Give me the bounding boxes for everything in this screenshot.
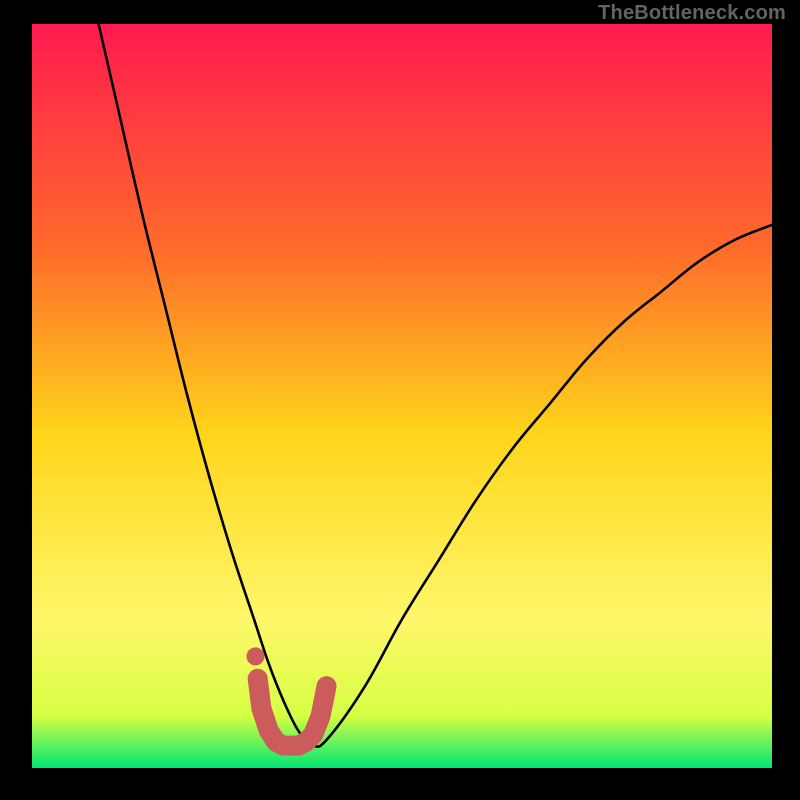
bottleneck-marker-dot: [246, 647, 264, 665]
plot-area: [32, 24, 772, 768]
chart-svg: [32, 24, 772, 768]
chart-frame: TheBottleneck.com: [0, 0, 800, 800]
watermark-text: TheBottleneck.com: [598, 2, 786, 25]
gradient-background: [32, 24, 772, 768]
